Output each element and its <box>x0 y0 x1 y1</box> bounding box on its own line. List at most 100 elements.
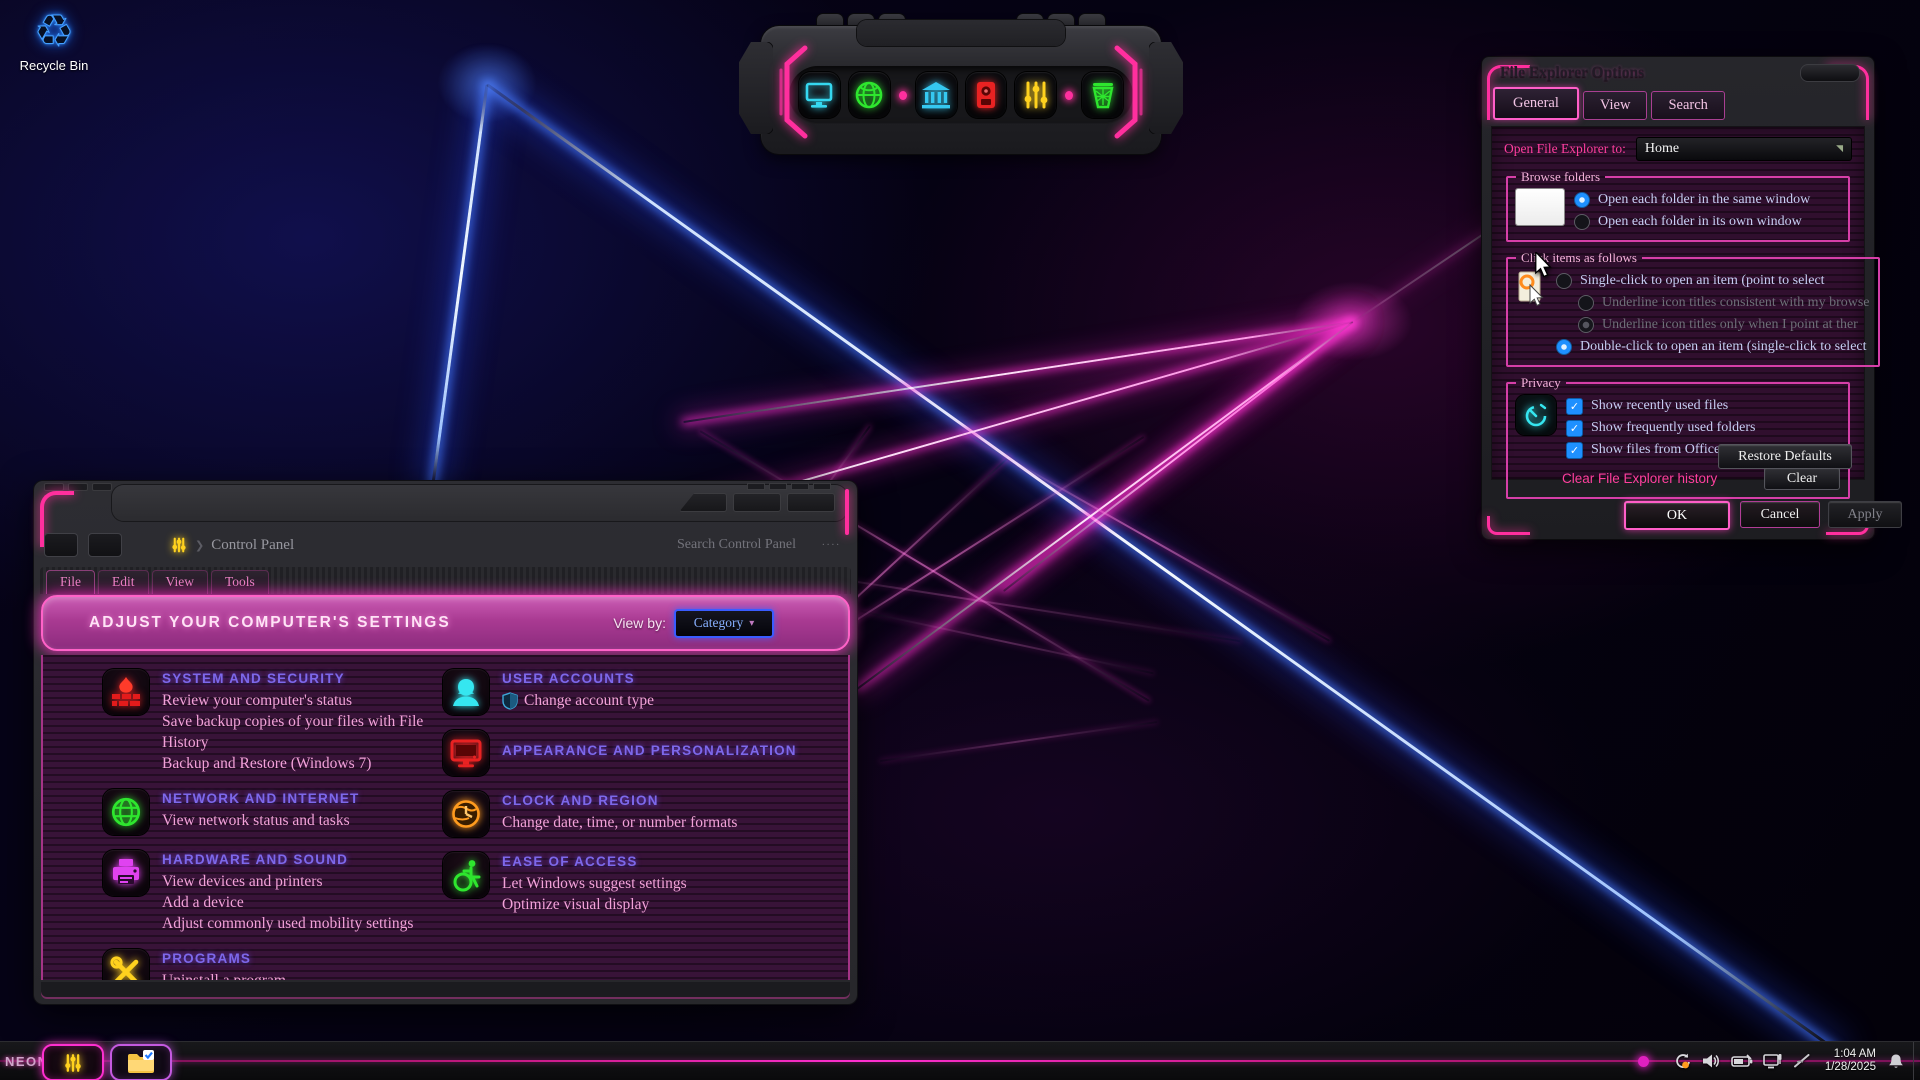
category-title[interactable]: Hardware and Sound <box>162 852 413 867</box>
taskbar: NEON <box>0 1041 1920 1080</box>
close-button[interactable] <box>787 493 835 512</box>
checkbox-office-files[interactable]: ✓ <box>1566 442 1583 459</box>
laser-blue-left <box>431 84 488 485</box>
menu-file[interactable]: File <box>46 570 95 594</box>
tab-search[interactable]: Search <box>1651 91 1724 120</box>
category-title[interactable]: Ease of Access <box>502 854 687 869</box>
clock-globe-icon[interactable] <box>443 791 489 837</box>
show-desktop-button[interactable] <box>1913 1042 1920 1080</box>
cancel-button[interactable]: Cancel <box>1740 501 1820 528</box>
menu-edit[interactable]: Edit <box>98 570 149 594</box>
network-globe-icon[interactable] <box>103 789 149 835</box>
back-button[interactable] <box>44 533 78 557</box>
recycle-bin-icon: ♻ <box>6 8 102 56</box>
category-title[interactable]: Clock and Region <box>502 793 737 808</box>
category-title[interactable]: Network and Internet <box>162 791 360 806</box>
restore-defaults-button[interactable]: Restore Defaults <box>1718 444 1852 469</box>
apply-button[interactable]: Apply <box>1828 501 1902 528</box>
category-ease-of-access: Ease of Access Let Windows suggest setti… <box>443 852 833 915</box>
menu-view[interactable]: View <box>152 570 208 594</box>
address-text[interactable]: Control Panel <box>211 537 294 554</box>
menu-tools[interactable]: Tools <box>211 570 269 594</box>
category-user-accounts: User Accounts Change account type <box>443 669 833 715</box>
option-label[interactable]: Show frequently used folders <box>1591 420 1755 436</box>
category-title[interactable]: System and Security <box>162 671 444 686</box>
category-title[interactable]: User Accounts <box>502 671 654 686</box>
battery-icon[interactable] <box>1731 1054 1753 1068</box>
notifications-bell-icon[interactable] <box>1888 1053 1904 1070</box>
clock[interactable]: 1:04 AM 1/28/2025 <box>1825 1048 1876 1074</box>
category-link[interactable]: Add a device <box>162 892 413 913</box>
window-vents <box>44 483 112 491</box>
view-by-dropdown[interactable]: Category ▾ <box>674 609 774 638</box>
category-link[interactable]: Uninstall a program <box>162 970 286 980</box>
category-link[interactable]: Change date, time, or number formats <box>502 812 737 833</box>
radio-own-window[interactable] <box>1574 214 1590 230</box>
dock-neon-bracket-left <box>771 42 815 142</box>
taskbar-file-explorer-button[interactable] <box>110 1044 172 1080</box>
close-button[interactable] <box>1800 64 1860 82</box>
tab-general[interactable]: General <box>1493 87 1579 120</box>
firewall-icon[interactable] <box>103 669 149 715</box>
display-icon[interactable] <box>443 730 489 776</box>
minimize-button[interactable] <box>679 493 727 512</box>
forward-button[interactable] <box>88 533 122 557</box>
clock-time: 1:04 AM <box>1825 1048 1876 1061</box>
option-label[interactable]: Single-click to open an item (point to s… <box>1580 273 1825 289</box>
control-panel-mixer-icon <box>170 536 188 554</box>
dock-separator-dot <box>899 91 907 100</box>
globe-icon[interactable] <box>849 72 890 118</box>
overflow-dots[interactable]: ∙∙∙∙ <box>822 539 841 551</box>
accessibility-icon[interactable] <box>443 852 489 898</box>
radio-same-window[interactable] <box>1574 192 1590 208</box>
category-link[interactable]: View network status and tasks <box>162 810 360 831</box>
laser-magenta-3 <box>1003 321 1354 592</box>
sync-icon[interactable] <box>1673 1052 1692 1070</box>
maximize-button[interactable] <box>733 493 781 512</box>
category-link[interactable]: Optimize visual display <box>502 894 687 915</box>
tray-accent-dot[interactable] <box>1638 1056 1649 1067</box>
tab-view[interactable]: View <box>1583 91 1648 120</box>
category-link[interactable]: Review your computer's status <box>162 690 444 711</box>
recycle-bin-shortcut[interactable]: ♻ Recycle Bin <box>6 8 102 73</box>
option-label[interactable]: Open each folder in its own window <box>1598 214 1802 230</box>
category-network-internet: Network and Internet View network status… <box>103 789 433 835</box>
volume-icon[interactable] <box>1702 1053 1721 1069</box>
media-drive-icon[interactable] <box>966 72 1007 118</box>
muted-icon[interactable] <box>1793 1053 1811 1069</box>
category-link[interactable]: Backup and Restore (Windows 7) <box>162 753 444 774</box>
display-network-icon[interactable] <box>1763 1053 1783 1070</box>
checkbox-frequent-folders[interactable]: ✓ <box>1566 420 1583 437</box>
radio-single-click[interactable] <box>1556 273 1572 289</box>
category-link[interactable]: Adjust commonly used mobility settings <box>162 913 413 934</box>
category-link[interactable]: Save backup copies of your files with Fi… <box>162 711 444 753</box>
option-label[interactable]: Open each folder in the same window <box>1598 192 1810 208</box>
user-icon[interactable] <box>443 669 489 715</box>
option-label[interactable]: Show recently used files <box>1591 398 1728 414</box>
radio-underline-consistent[interactable] <box>1578 295 1594 311</box>
chevron-down-icon: ▾ <box>749 618 754 629</box>
option-label: Underline icon titles only when I point … <box>1602 317 1858 333</box>
system-tray: 1:04 AM 1/28/2025 <box>1638 1042 1876 1080</box>
category-title[interactable]: Appearance and Personalization <box>502 743 797 758</box>
mixer-icon[interactable] <box>1015 72 1056 118</box>
category-link[interactable]: View devices and printers <box>162 871 413 892</box>
open-to-dropdown[interactable]: Home ◥ <box>1636 137 1852 161</box>
taskbar-control-panel-button[interactable] <box>42 1044 104 1080</box>
printer-icon[interactable] <box>103 850 149 896</box>
radio-double-click[interactable] <box>1556 339 1572 355</box>
category-link[interactable]: Change account type <box>502 690 654 711</box>
ok-button[interactable]: OK <box>1624 501 1730 530</box>
clear-button[interactable]: Clear <box>1764 467 1840 490</box>
category-title[interactable]: Programs <box>162 951 286 966</box>
checkbox-recent-files[interactable]: ✓ <box>1566 398 1583 415</box>
category-link[interactable]: Let Windows suggest settings <box>502 873 687 894</box>
address-bar[interactable]: ❯ Control Panel <box>170 536 294 554</box>
tools-icon[interactable] <box>103 949 149 980</box>
option-label[interactable]: Double-click to open an item (single-cli… <box>1580 339 1867 355</box>
bank-icon[interactable] <box>916 72 957 118</box>
radio-underline-point[interactable] <box>1578 317 1594 333</box>
laser-magenta-4 <box>856 321 1353 690</box>
laser-magenta-2 <box>683 321 1353 423</box>
search-input[interactable]: Search Control Panel <box>677 537 796 553</box>
